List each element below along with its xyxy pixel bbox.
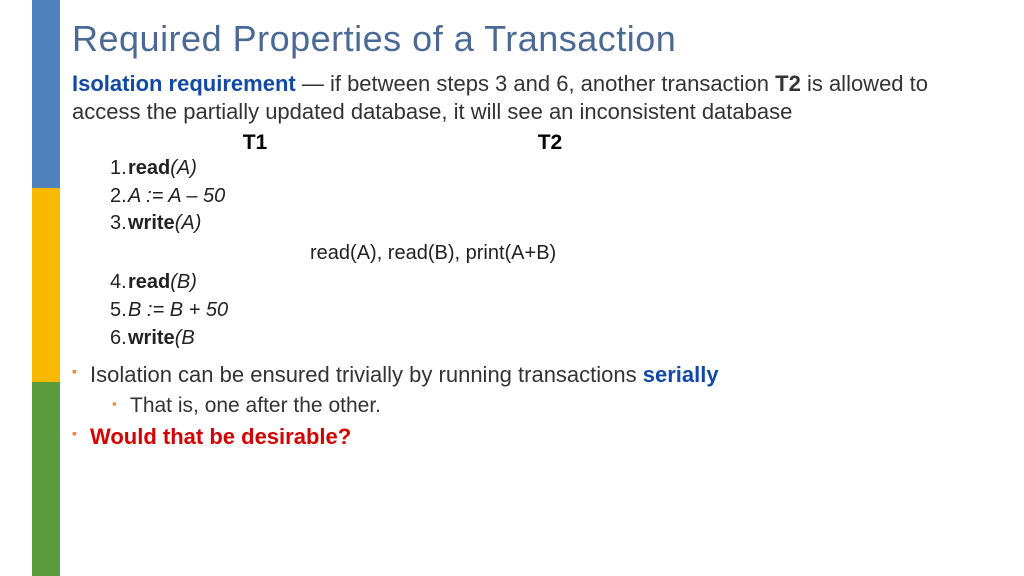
step-1: 1.read(A) — [110, 155, 994, 183]
intro-sep: — — [296, 71, 330, 96]
t2-interleaved: read(A), read(B), print(A+B) — [310, 240, 994, 268]
step-num: 5. — [110, 297, 128, 325]
column-headers: T1 T2 — [110, 131, 994, 155]
step-3: 3.write(A) — [110, 210, 994, 238]
bullet-list: Isolation can be ensured trivially by ru… — [72, 360, 994, 451]
slide-content: Required Properties of a Transaction Iso… — [72, 18, 994, 456]
bullet-serially: serially — [643, 362, 719, 387]
intro-rest1: if between steps 3 and 6, another transa… — [330, 71, 775, 96]
bullet-isolation: Isolation can be ensured trivially by ru… — [72, 360, 994, 390]
accent-bar-blue — [32, 0, 60, 188]
step-num: 2. — [110, 183, 128, 211]
col-header-t1: T1 — [110, 131, 400, 155]
step-2: 2.A := A – 50 — [110, 183, 994, 211]
step-op: write — [128, 327, 175, 349]
step-arg: (B) — [170, 271, 197, 293]
accent-bar-yellow — [32, 188, 60, 382]
step-4: 4.read(B) — [110, 269, 994, 297]
accent-bar-green — [32, 382, 60, 576]
step-text: A := A – 50 — [128, 185, 225, 207]
step-arg: (B — [175, 327, 195, 349]
steps-list: 1.read(A) 2.A := A – 50 3.write(A) read(… — [110, 155, 994, 352]
intro-paragraph: Isolation requirement — if between steps… — [72, 70, 994, 125]
accent-sidebar — [0, 0, 60, 576]
step-text: B := B + 50 — [128, 299, 228, 321]
step-op: read — [128, 271, 170, 293]
step-arg: (A) — [170, 157, 197, 179]
step-op: read — [128, 157, 170, 179]
bullet-text-pre: Isolation can be ensured trivially by ru… — [90, 362, 643, 387]
step-arg: (A) — [175, 212, 202, 234]
bullet-sub: That is, one after the other. — [112, 394, 994, 418]
col-header-t2: T2 — [400, 131, 700, 155]
bullet-question: Would that be desirable? — [72, 422, 994, 452]
step-num: 1. — [110, 155, 128, 183]
step-5: 5.B := B + 50 — [110, 297, 994, 325]
bullet-question-text: Would that be desirable? — [90, 424, 351, 449]
step-num: 6. — [110, 325, 128, 353]
step-op: write — [128, 212, 175, 234]
step-num: 3. — [110, 210, 128, 238]
step-6: 6.write(B — [110, 325, 994, 353]
intro-lead: Isolation requirement — [72, 71, 296, 96]
slide-title: Required Properties of a Transaction — [72, 18, 994, 60]
step-num: 4. — [110, 269, 128, 297]
intro-t2: T2 — [775, 71, 801, 96]
transaction-columns: T1 T2 1.read(A) 2.A := A – 50 3.write(A)… — [110, 131, 994, 352]
